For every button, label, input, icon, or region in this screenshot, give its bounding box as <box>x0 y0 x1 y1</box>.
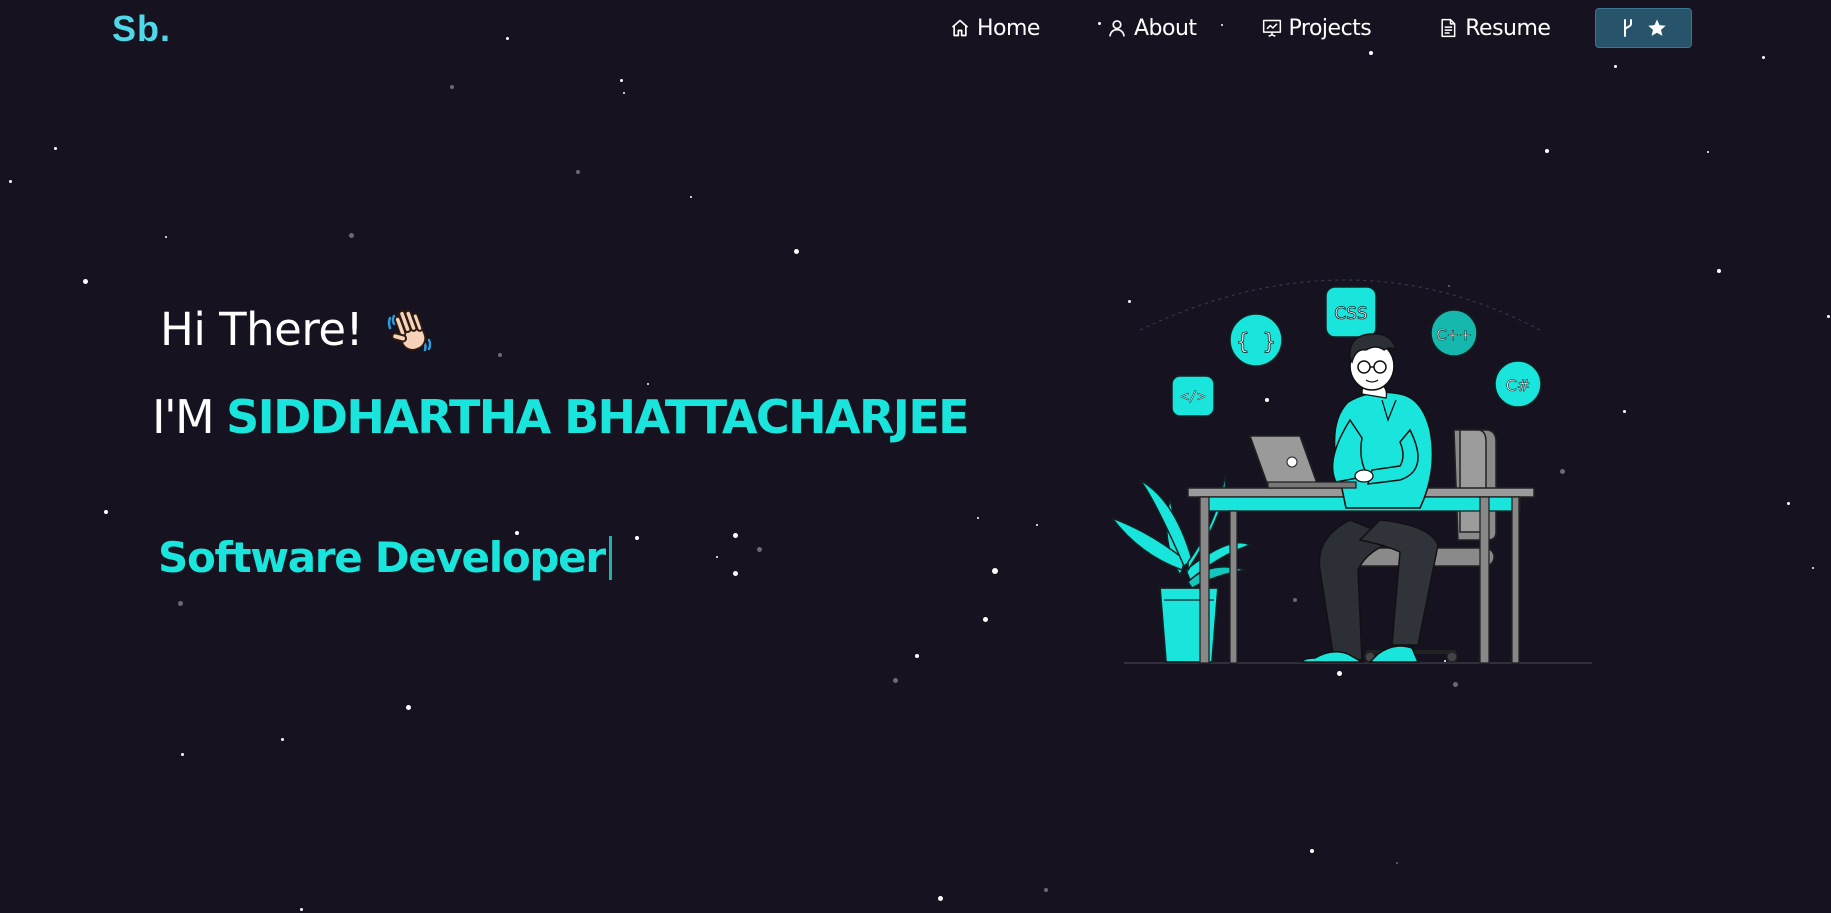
star <box>1827 315 1830 318</box>
star <box>506 37 509 40</box>
star <box>104 510 108 514</box>
intro-prefix: I'M <box>152 390 215 444</box>
star <box>794 249 799 254</box>
css-badge: CSS <box>1325 286 1377 338</box>
star <box>54 147 57 150</box>
github-repo-button[interactable] <box>1595 8 1693 48</box>
star <box>915 654 919 658</box>
nav-home-link[interactable]: Home <box>950 16 1040 41</box>
star <box>178 601 183 606</box>
code-tag-badge: </> <box>1171 375 1215 417</box>
star <box>181 753 184 756</box>
typewriter-role: Software Developer <box>158 533 612 582</box>
star <box>1310 849 1314 853</box>
nav-resume-link[interactable]: Resume <box>1438 15 1551 41</box>
hero-name: SIDDHARTHA BHATTACHARJEE <box>226 390 969 444</box>
hero-name-line: I'M SIDDHARTHA BHATTACHARJEE <box>152 390 970 444</box>
star <box>977 517 979 519</box>
star <box>1762 56 1765 59</box>
star <box>983 617 988 622</box>
star <box>1707 151 1709 153</box>
star <box>690 196 692 198</box>
star <box>1787 502 1790 505</box>
waving-hand-icon <box>385 304 437 356</box>
greeting-text: Hi There! <box>160 303 364 356</box>
star <box>498 353 502 357</box>
developer-illustration: { } CSS C++ </> C# <box>1100 270 1620 670</box>
typed-role-text: Software Developer <box>158 533 606 582</box>
star <box>893 678 898 683</box>
star <box>733 571 738 576</box>
star <box>1337 671 1342 676</box>
star <box>1717 269 1721 273</box>
star <box>165 236 167 238</box>
nav-home-label: Home <box>977 15 1040 41</box>
star <box>1036 524 1038 526</box>
svg-text:</>: </> <box>1180 389 1205 405</box>
svg-text:C#: C# <box>1506 376 1531 395</box>
svg-text:{ }: { } <box>1236 330 1276 355</box>
git-fork-icon <box>1621 18 1635 38</box>
nav-resume-label: Resume <box>1465 15 1551 41</box>
svg-text:CSS: CSS <box>1334 304 1367 324</box>
star <box>635 536 639 540</box>
star <box>733 533 738 538</box>
star <box>1812 567 1814 569</box>
presentation-icon <box>1262 18 1282 38</box>
nav-about-link[interactable]: About <box>1107 16 1197 41</box>
star <box>1545 149 1549 153</box>
svg-text:C++: C++ <box>1436 326 1472 344</box>
star <box>1614 65 1617 68</box>
star <box>1369 51 1373 55</box>
star <box>300 908 303 911</box>
home-icon <box>950 18 970 38</box>
nav-projects-label: Projects <box>1288 15 1372 41</box>
star <box>992 568 998 574</box>
star <box>623 92 625 94</box>
typing-cursor <box>608 535 612 580</box>
site-logo[interactable]: Sb. <box>112 8 171 50</box>
star <box>1453 682 1458 687</box>
star <box>406 705 411 710</box>
star <box>757 547 762 552</box>
star <box>1623 410 1626 413</box>
star <box>576 170 580 174</box>
nav-projects-link[interactable]: Projects <box>1262 16 1372 41</box>
star-icon <box>1647 18 1667 38</box>
star <box>349 233 354 238</box>
star <box>450 85 454 89</box>
user-icon <box>1107 18 1127 38</box>
document-icon <box>1438 18 1458 38</box>
hero-greeting: Hi There! <box>160 303 437 356</box>
page: Sb. Home About Projects Resume Hi There!… <box>0 0 1831 913</box>
star <box>9 180 12 183</box>
nav-about-label: About <box>1133 15 1197 41</box>
cpp-badge: C++ <box>1430 309 1478 357</box>
star <box>938 896 943 901</box>
main-nav: Home About Projects Resume <box>950 8 1693 48</box>
star <box>620 79 623 82</box>
star <box>1396 862 1398 864</box>
star <box>1044 888 1048 892</box>
csharp-badge: C# <box>1494 360 1542 408</box>
star <box>647 383 649 385</box>
star <box>83 279 88 284</box>
curly-braces-badge: { } <box>1229 313 1283 367</box>
star <box>281 738 284 741</box>
star <box>716 556 718 558</box>
